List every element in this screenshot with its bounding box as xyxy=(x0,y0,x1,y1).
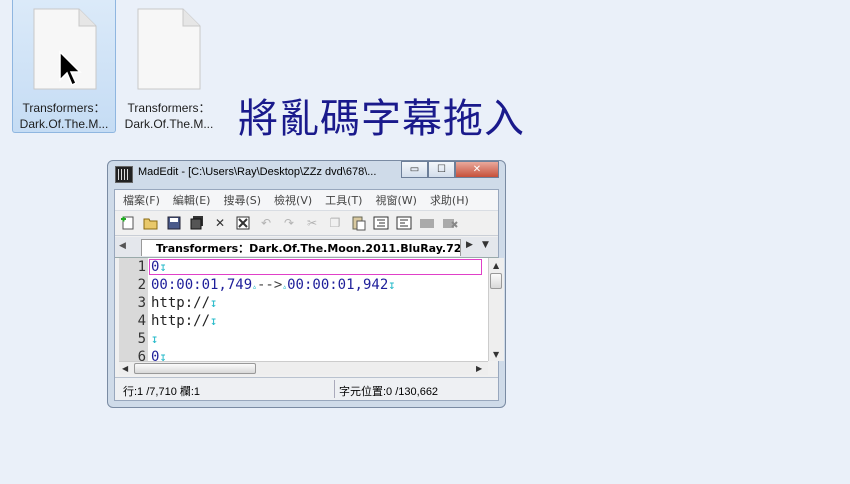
close-button[interactable]: ✕ xyxy=(455,161,499,178)
timestamp-start: 00:00:01,749 xyxy=(151,277,253,293)
madedit-window: MadEdit - [C:\Users\Ray\Desktop\ZZz dvd\… xyxy=(107,160,506,408)
mouse-cursor-icon xyxy=(59,50,82,87)
editor-line: 6 0↧ xyxy=(119,348,488,361)
status-cursor-position: 行:1 /7,710 欄:1 xyxy=(123,386,201,398)
menu-bar: 檔案(F) 編輯(E) 搜尋(S) 檢視(V) 工具(T) 視窗(W) 求助(H… xyxy=(115,190,498,211)
menu-file[interactable]: 檔案(F) xyxy=(123,192,160,208)
file-label: Transformers： Dark.Of.The.M... xyxy=(19,101,109,131)
timestamp-end: 00:00:01,942 xyxy=(287,277,389,293)
editor-line: 2 00:00:01,749▵-->▵00:00:01,942↧ xyxy=(119,276,488,294)
scroll-down-icon[interactable]: ▼ xyxy=(493,350,499,359)
newline-marker-icon: ↧ xyxy=(159,260,167,274)
scroll-up-icon[interactable]: ▲ xyxy=(493,261,499,270)
line-text: http:// xyxy=(151,313,211,329)
file-label: Transformers： Dark.Of.The.M... xyxy=(124,101,214,131)
open-folder-icon[interactable] xyxy=(142,214,160,232)
menu-view[interactable]: 檢視(V) xyxy=(274,192,312,208)
title-bar[interactable]: MadEdit - [C:\Users\Ray\Desktop\ZZz dvd\… xyxy=(108,161,505,185)
vertical-scroll-thumb[interactable] xyxy=(490,273,502,289)
status-bar: 行:1 /7,710 欄:1 字元位置:0 /130,662 xyxy=(115,377,498,400)
newline-marker-icon: ↧ xyxy=(159,350,167,361)
newline-marker-icon: ↧ xyxy=(210,296,218,310)
document-icon xyxy=(137,8,201,90)
instruction-banner: 將亂碼字幕拖入 xyxy=(238,96,525,142)
desktop-file-icon-2[interactable]: Transformers： Dark.Of.The.M... xyxy=(117,0,221,133)
menu-search[interactable]: 搜尋(S) xyxy=(223,192,261,208)
tab-bar: ◀ Transformers：Dark.Of.The.Moon.2011.Blu… xyxy=(115,237,498,258)
minimize-button[interactable]: ▭ xyxy=(401,161,428,178)
close-file-icon[interactable]: ✕ xyxy=(211,214,229,232)
vertical-scrollbar[interactable]: ▲ ▼ xyxy=(488,258,504,361)
menu-window[interactable]: 視窗(W) xyxy=(375,192,416,208)
new-file-icon[interactable] xyxy=(119,214,137,232)
newline-marker-icon: ↧ xyxy=(388,278,396,292)
line-number: 6 xyxy=(137,349,146,361)
window-title: MadEdit - [C:\Users\Ray\Desktop\ZZz dvd\… xyxy=(138,166,377,178)
newline-marker-icon: ↧ xyxy=(210,314,218,328)
line-number: 4 xyxy=(137,313,146,329)
app-icon xyxy=(115,166,133,183)
line-number: 2 xyxy=(137,277,146,293)
editor-line: 3 http://↧ xyxy=(119,294,488,312)
line-number: 1 xyxy=(137,259,146,275)
menu-edit[interactable]: 編輯(E) xyxy=(173,192,211,208)
save-all-icon[interactable] xyxy=(188,214,206,232)
scroll-left-icon[interactable]: ◀ xyxy=(122,364,128,373)
editor-line: 5 ↧ xyxy=(119,330,488,348)
close-all-icon[interactable] xyxy=(234,214,252,232)
comment-icon[interactable] xyxy=(418,214,436,232)
save-icon[interactable] xyxy=(165,214,183,232)
tab-list-icon[interactable]: ▼ xyxy=(482,240,489,250)
tab-scroll-left-icon[interactable]: ◀ xyxy=(119,241,126,251)
line-number: 3 xyxy=(137,295,146,311)
redo-icon[interactable]: ↷ xyxy=(280,214,298,232)
toolbar: ✕ ↶ ↷ ✂ ❐ xyxy=(115,211,498,236)
editor-line: 4 http://↧ xyxy=(119,312,488,330)
menu-help[interactable]: 求助(H) xyxy=(430,192,469,208)
client-area: 檔案(F) 編輯(E) 搜尋(S) 檢視(V) 工具(T) 視窗(W) 求助(H… xyxy=(114,189,504,401)
line-number: 5 xyxy=(137,331,146,347)
menu-tools[interactable]: 工具(T) xyxy=(325,192,362,208)
horizontal-scroll-thumb[interactable] xyxy=(134,363,256,374)
cut-icon[interactable]: ✂ xyxy=(303,214,321,232)
uncomment-icon[interactable] xyxy=(441,214,459,232)
undo-icon[interactable]: ↶ xyxy=(257,214,275,232)
indent-icon[interactable] xyxy=(372,214,390,232)
maximize-button[interactable]: ☐ xyxy=(428,161,455,178)
unindent-icon[interactable] xyxy=(395,214,413,232)
arrow-separator: --> xyxy=(256,277,283,293)
line-text: http:// xyxy=(151,295,211,311)
editor-line: 1 0↧ xyxy=(119,258,488,276)
paste-icon[interactable] xyxy=(349,214,367,232)
newline-marker-icon: ↧ xyxy=(151,332,159,346)
status-char-position: 字元位置:0 /130,662 xyxy=(339,386,439,398)
file-tab[interactable]: Transformers：Dark.Of.The.Moon.2011.BluRa… xyxy=(141,239,461,256)
horizontal-scrollbar[interactable]: ◀ ▶ xyxy=(119,361,488,375)
tab-scroll-right-icon[interactable]: ▶ xyxy=(466,240,473,250)
text-editor[interactable]: 1 0↧ 2 00:00:01,749▵-->▵00:00:01,942↧ 3 … xyxy=(119,258,488,361)
copy-icon[interactable]: ❐ xyxy=(326,214,344,232)
scroll-right-icon[interactable]: ▶ xyxy=(476,364,482,373)
